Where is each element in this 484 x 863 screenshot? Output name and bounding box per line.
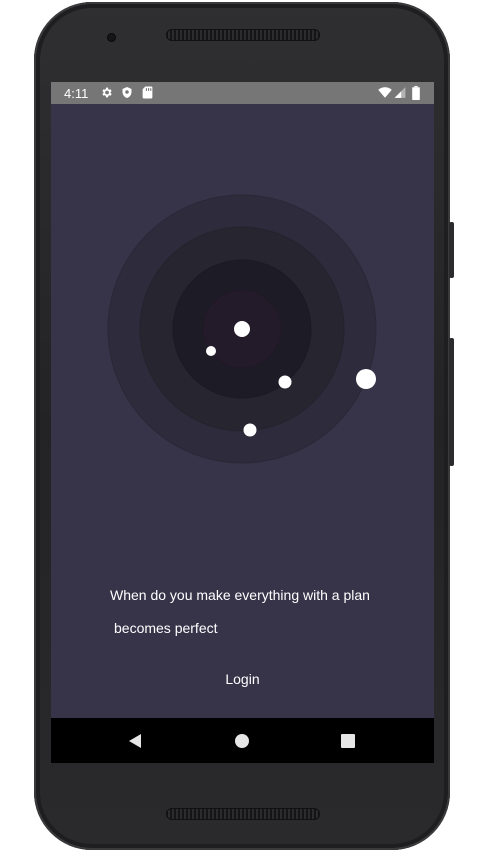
front-camera	[107, 33, 116, 42]
home-icon[interactable]	[230, 729, 254, 753]
login-button[interactable]: Login	[51, 671, 434, 687]
intro-text-line-2: becomes perfect	[114, 620, 218, 636]
bottom-speaker-grille	[166, 808, 320, 820]
orbit-dot-medium	[278, 375, 292, 389]
top-speaker-grille	[166, 29, 320, 41]
orbit-dot-small	[206, 346, 216, 356]
orbit-dot-bottom	[243, 423, 257, 437]
navigation-bar	[51, 718, 434, 763]
orbit-dot-large	[356, 369, 376, 389]
intro-text-line-1: When do you make everything with a plan	[110, 587, 370, 603]
app-screen: 4:11 When do you make everything with a …	[51, 82, 434, 763]
volume-button	[449, 222, 454, 278]
center-dot	[234, 321, 250, 337]
orbit-rings-graphic	[51, 82, 434, 763]
back-icon[interactable]	[123, 729, 147, 753]
recents-icon[interactable]	[336, 729, 360, 753]
power-button	[449, 338, 454, 466]
